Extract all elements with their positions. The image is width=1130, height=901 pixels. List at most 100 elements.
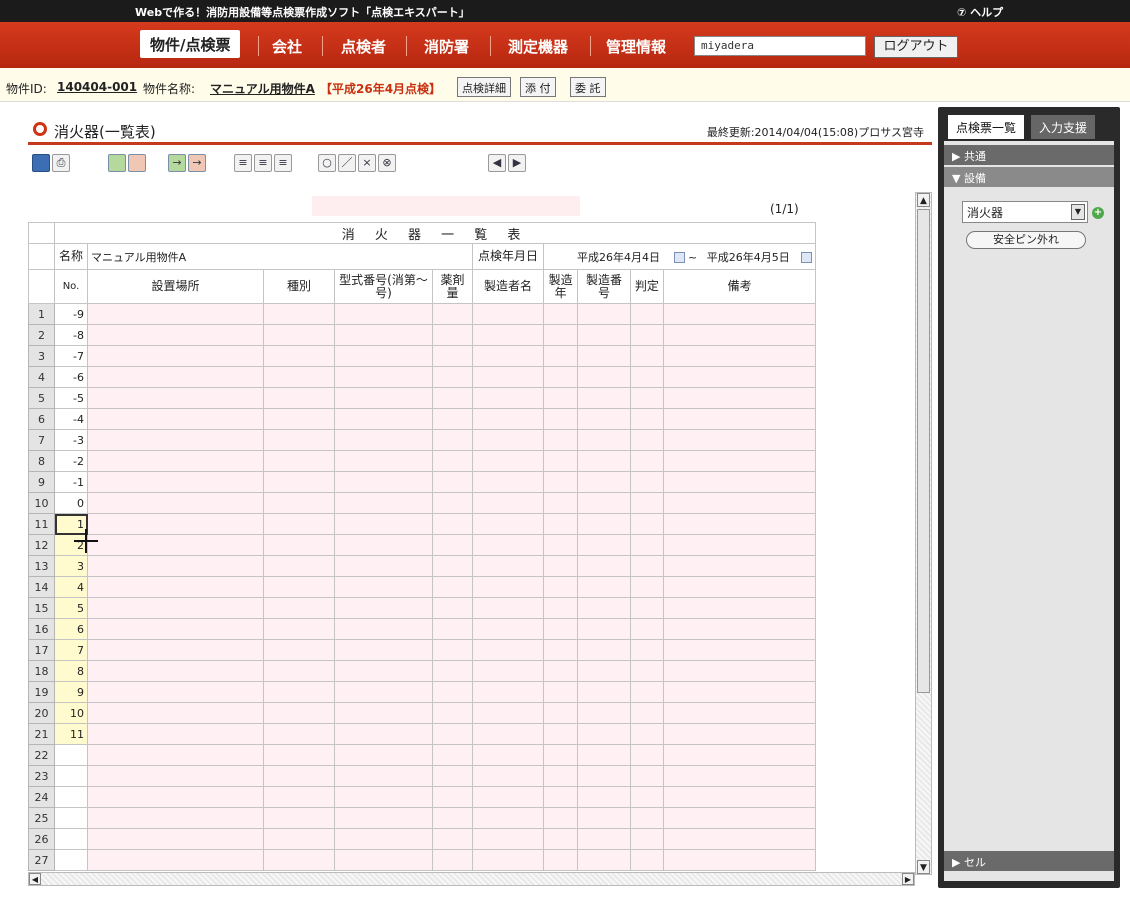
data-cell[interactable]	[87, 387, 264, 409]
data-cell[interactable]	[629, 681, 664, 703]
data-cell[interactable]	[629, 408, 664, 430]
scroll-thumb[interactable]	[917, 209, 930, 693]
data-cell[interactable]	[629, 723, 664, 745]
data-cell[interactable]	[577, 471, 631, 493]
user-field[interactable]: miyadera	[694, 36, 866, 56]
data-cell[interactable]	[662, 744, 817, 766]
data-cell[interactable]	[334, 744, 433, 766]
data-cell[interactable]	[263, 513, 335, 535]
cell-no[interactable]: -3	[54, 429, 88, 451]
chevron-down-icon[interactable]: ▼	[1071, 204, 1085, 220]
row-number[interactable]: 11	[28, 513, 55, 535]
inspection-detail-button[interactable]: 点検詳細	[457, 77, 511, 97]
data-cell[interactable]	[334, 765, 433, 787]
data-cell[interactable]	[472, 555, 544, 577]
insert-col-icon[interactable]: →	[168, 154, 186, 172]
data-cell[interactable]	[629, 303, 664, 325]
row-number[interactable]: 26	[28, 828, 55, 850]
cell-no[interactable]	[54, 744, 88, 766]
row-number[interactable]: 8	[28, 450, 55, 472]
cell-no[interactable]: 11	[54, 723, 88, 745]
data-cell[interactable]	[87, 345, 264, 367]
data-cell[interactable]	[263, 681, 335, 703]
row-number[interactable]: 22	[28, 744, 55, 766]
data-cell[interactable]	[334, 681, 433, 703]
data-cell[interactable]	[542, 702, 579, 724]
data-cell[interactable]	[87, 555, 264, 577]
data-cell[interactable]	[87, 513, 264, 535]
data-cell[interactable]	[577, 303, 631, 325]
data-cell[interactable]	[432, 387, 473, 409]
data-cell[interactable]	[432, 366, 473, 388]
data-cell[interactable]	[472, 345, 544, 367]
data-cell[interactable]	[577, 429, 631, 451]
data-cell[interactable]	[662, 765, 817, 787]
data-cell[interactable]	[542, 492, 579, 514]
data-cell[interactable]	[432, 702, 473, 724]
data-cell[interactable]	[629, 450, 664, 472]
add-icon[interactable]: +	[1092, 207, 1104, 219]
data-cell[interactable]	[472, 324, 544, 346]
data-cell[interactable]	[87, 303, 264, 325]
data-cell[interactable]	[629, 576, 664, 598]
data-cell[interactable]	[87, 786, 264, 808]
cell-no[interactable]: 3	[54, 555, 88, 577]
data-cell[interactable]	[334, 471, 433, 493]
data-cell[interactable]	[577, 534, 631, 556]
data-cell[interactable]	[629, 492, 664, 514]
data-cell[interactable]	[577, 702, 631, 724]
data-cell[interactable]	[577, 450, 631, 472]
safety-pin-button[interactable]: 安全ピン外れ	[966, 231, 1086, 249]
data-cell[interactable]	[629, 639, 664, 661]
data-cell[interactable]	[334, 807, 433, 829]
scroll-left-icon[interactable]: ◀	[29, 873, 41, 885]
data-cell[interactable]	[263, 576, 335, 598]
data-cell[interactable]	[334, 660, 433, 682]
data-cell[interactable]	[87, 366, 264, 388]
data-cell[interactable]	[472, 744, 544, 766]
data-cell[interactable]	[334, 429, 433, 451]
data-cell[interactable]	[87, 534, 264, 556]
nav-item-property[interactable]: 物件/点検票	[140, 30, 241, 58]
data-cell[interactable]	[472, 492, 544, 514]
row-number[interactable]: 25	[28, 807, 55, 829]
prev-arrow-icon[interactable]: ◀	[488, 154, 506, 172]
data-cell[interactable]	[577, 513, 631, 535]
data-cell[interactable]	[334, 849, 433, 871]
data-cell[interactable]	[334, 639, 433, 661]
data-cell[interactable]	[472, 681, 544, 703]
data-cell[interactable]	[542, 723, 579, 745]
data-cell[interactable]	[577, 660, 631, 682]
row-number[interactable]: 18	[28, 660, 55, 682]
nav-item-admin[interactable]: 管理情報	[606, 36, 666, 57]
data-cell[interactable]	[542, 387, 579, 409]
data-cell[interactable]	[87, 744, 264, 766]
data-cell[interactable]	[577, 345, 631, 367]
data-cell[interactable]	[263, 807, 335, 829]
row-number[interactable]: 9	[28, 471, 55, 493]
data-cell[interactable]	[472, 429, 544, 451]
data-cell[interactable]	[662, 849, 817, 871]
scroll-up-icon[interactable]: ▲	[917, 193, 930, 207]
data-cell[interactable]	[263, 450, 335, 472]
property-id-link[interactable]: 140404-001	[57, 80, 137, 94]
nav-item-fire-station[interactable]: 消防署	[424, 36, 469, 57]
data-cell[interactable]	[577, 618, 631, 640]
data-cell[interactable]	[577, 324, 631, 346]
data-cell[interactable]	[577, 387, 631, 409]
data-cell[interactable]	[263, 786, 335, 808]
data-cell[interactable]	[542, 681, 579, 703]
date-range[interactable]: 平成26年4月4日 ~ 平成26年4月5日	[542, 243, 817, 270]
data-cell[interactable]	[662, 681, 817, 703]
data-cell[interactable]	[432, 555, 473, 577]
data-cell[interactable]	[432, 639, 473, 661]
scroll-right-icon[interactable]: ▶	[902, 873, 914, 885]
data-cell[interactable]	[577, 807, 631, 829]
date-from[interactable]: 平成26年4月4日	[577, 251, 660, 264]
row-number[interactable]: 7	[28, 429, 55, 451]
data-cell[interactable]	[662, 513, 817, 535]
data-cell[interactable]	[472, 702, 544, 724]
cell-no[interactable]: 4	[54, 576, 88, 598]
cell-no[interactable]: 7	[54, 639, 88, 661]
data-cell[interactable]	[629, 534, 664, 556]
